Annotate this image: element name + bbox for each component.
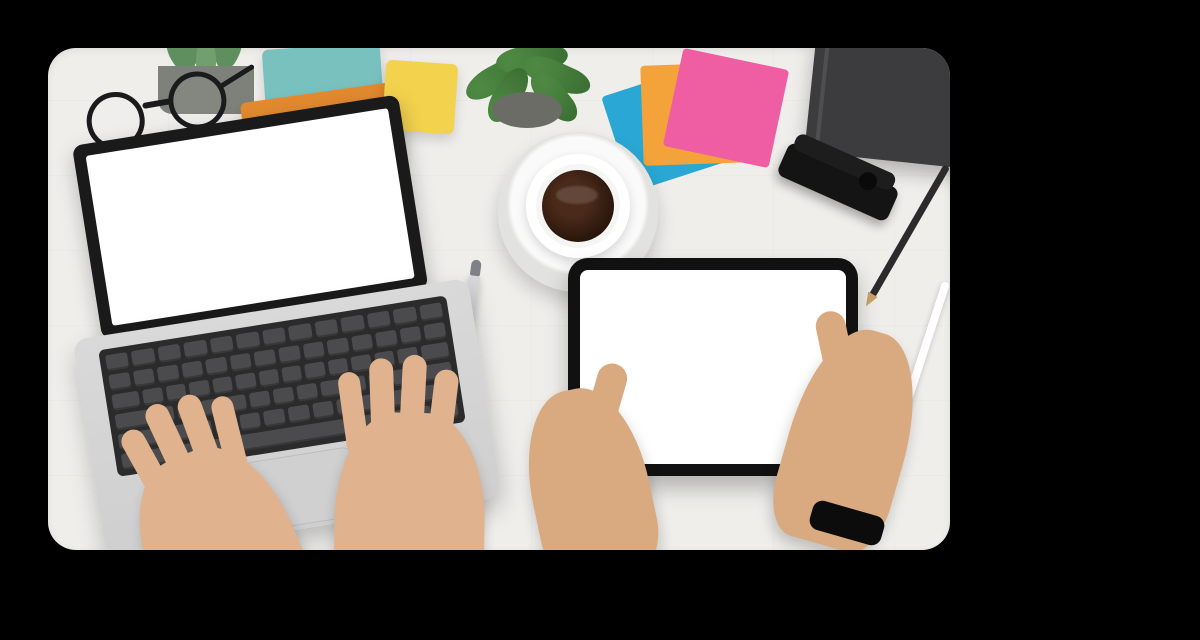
photo-card: Top-down flat-lay of a white desk. A per… [48,48,950,550]
coffee-liquid [542,170,614,242]
scene [48,48,950,550]
laptop [48,100,482,497]
potted-plant [466,48,586,132]
tablet-group [538,248,878,548]
